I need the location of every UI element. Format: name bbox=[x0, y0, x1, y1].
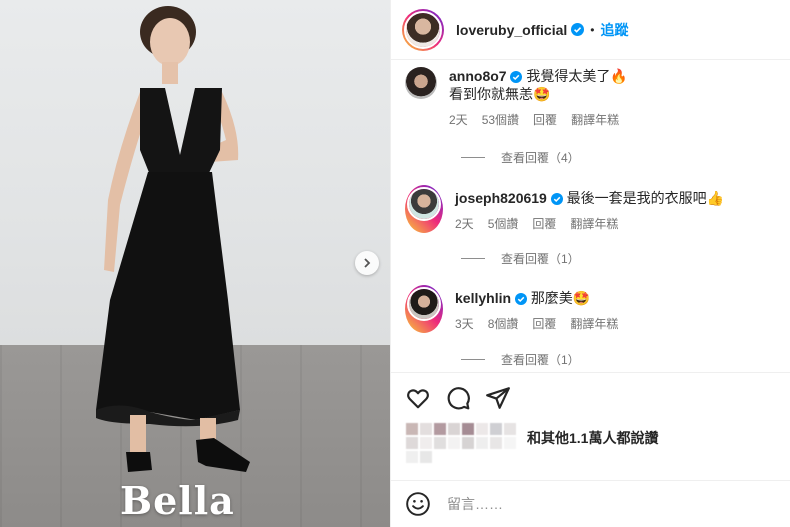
next-photo-button[interactable] bbox=[355, 251, 379, 275]
comment-item: anno8o7 我覺得太美了🔥 看到你就無恙🤩 2天 53個讚 回覆 翻譯年糕 bbox=[405, 67, 785, 129]
translate-button[interactable]: 翻譯年糕 bbox=[570, 315, 618, 333]
heart-icon[interactable] bbox=[405, 385, 431, 411]
model-figure bbox=[96, 6, 250, 472]
post-header: loveruby_official • 追蹤 bbox=[391, 0, 790, 60]
likes-text: 和其他1.1萬人都說讚 bbox=[527, 430, 659, 446]
verified-icon bbox=[514, 293, 527, 306]
reply-button[interactable]: 回覆 bbox=[532, 215, 556, 233]
view-replies-button[interactable]: 查看回覆（1） bbox=[461, 250, 580, 267]
view-replies-label: 查看回覆（1） bbox=[501, 252, 580, 266]
translate-button[interactable]: 翻譯年糕 bbox=[570, 215, 618, 233]
comment-time: 3天 bbox=[455, 317, 474, 331]
translate-button[interactable]: 翻譯年糕 bbox=[571, 111, 619, 129]
brand-logo: Bella bbox=[120, 478, 235, 523]
replies-line bbox=[461, 359, 485, 360]
verified-icon bbox=[510, 71, 523, 84]
replies-line bbox=[461, 258, 485, 259]
comment-composer: 留言…… bbox=[391, 480, 790, 527]
comment-likes[interactable]: 8個讚 bbox=[488, 315, 519, 333]
comment-icon[interactable] bbox=[445, 385, 471, 411]
emoji-icon[interactable] bbox=[405, 491, 431, 517]
chevron-right-icon bbox=[364, 258, 371, 268]
comment-username[interactable]: kellyhlin bbox=[455, 290, 511, 306]
author-username[interactable]: loveruby_official bbox=[456, 22, 567, 38]
commenter-avatar[interactable] bbox=[405, 285, 443, 333]
commenter-avatar[interactable] bbox=[405, 67, 437, 99]
likes-summary[interactable]: 和其他1.1萬人都說讚 bbox=[405, 422, 785, 466]
author-avatar[interactable] bbox=[402, 8, 444, 51]
comment-likes[interactable]: 53個讚 bbox=[482, 111, 519, 129]
reply-button[interactable]: 回覆 bbox=[533, 111, 557, 129]
liker-avatars-blurred bbox=[405, 422, 527, 463]
verified-icon bbox=[550, 193, 563, 206]
reply-button[interactable]: 回覆 bbox=[532, 315, 556, 333]
comment-time: 2天 bbox=[449, 113, 468, 127]
view-replies-button[interactable]: 查看回覆（1） bbox=[461, 351, 580, 368]
replies-line bbox=[461, 157, 485, 158]
comments-list[interactable]: anno8o7 我覺得太美了🔥 看到你就無恙🤩 2天 53個讚 回覆 翻譯年糕 … bbox=[391, 60, 790, 372]
comment-time: 2天 bbox=[455, 217, 474, 231]
comment-text: 那麼美🤩 bbox=[530, 290, 591, 306]
view-replies-button[interactable]: 查看回覆（4） bbox=[461, 149, 580, 166]
header-separator: • bbox=[590, 22, 595, 37]
comment-text: 最後一套是我的衣服吧👍 bbox=[566, 190, 725, 206]
comment-username[interactable]: joseph820619 bbox=[455, 190, 547, 206]
view-replies-label: 查看回覆（4） bbox=[501, 151, 580, 165]
comment-username[interactable]: anno8o7 bbox=[449, 68, 507, 84]
comment-likes[interactable]: 5個讚 bbox=[488, 215, 519, 233]
comment-text: 我覺得太美了🔥 bbox=[526, 68, 628, 84]
comment-item: kellyhlin 那麼美🤩 3天 8個讚 回覆 翻譯年糕 bbox=[405, 285, 785, 333]
comment-item: joseph820619 最後一套是我的衣服吧👍 2天 5個讚 回覆 翻譯年糕 bbox=[405, 185, 785, 233]
comment-text: 看到你就無恙🤩 bbox=[449, 86, 551, 102]
commenter-avatar[interactable] bbox=[405, 185, 443, 233]
verified-icon bbox=[571, 23, 585, 36]
share-icon[interactable] bbox=[485, 385, 511, 411]
post-photo[interactable]: Bella bbox=[0, 0, 390, 527]
view-replies-label: 查看回覆（1） bbox=[501, 353, 580, 367]
follow-button[interactable]: 追蹤 bbox=[600, 20, 628, 40]
comment-input[interactable]: 留言…… bbox=[447, 494, 503, 514]
action-bar bbox=[391, 372, 790, 422]
